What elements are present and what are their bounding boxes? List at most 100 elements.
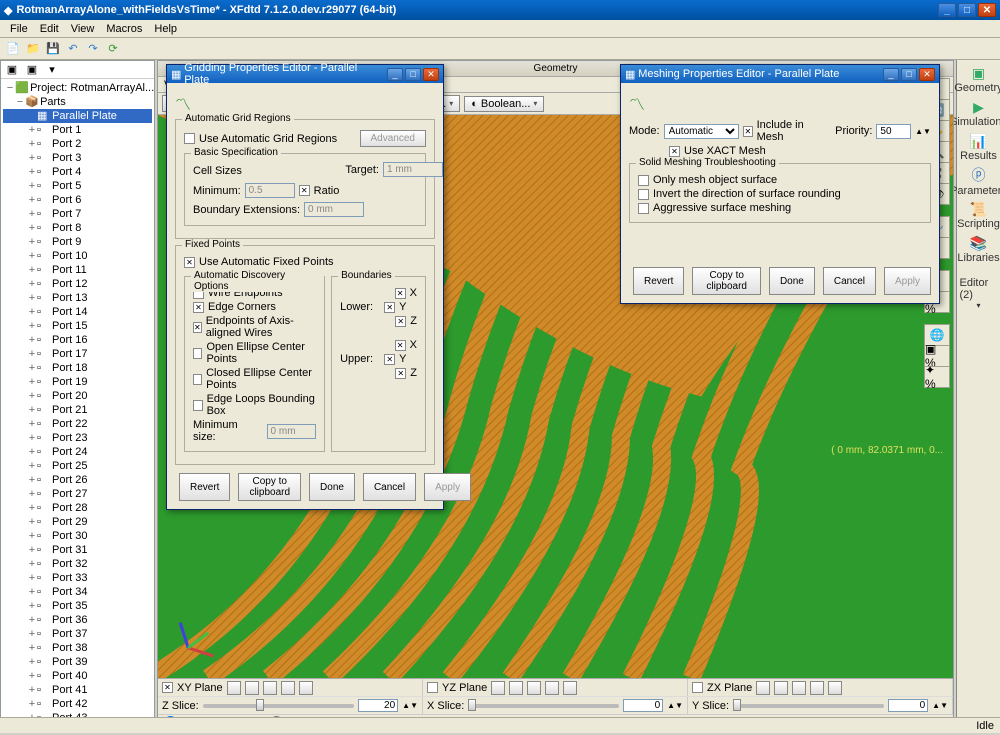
dlg2-apply-btn[interactable]: Apply [884,267,931,295]
tree-port[interactable]: +▫ Port 38 [3,641,152,655]
tree-port[interactable]: +▫ Port 13 [3,291,152,305]
tree-project-root[interactable]: −🟩 Project: RotmanArrayAl... [3,81,152,95]
tree-parts[interactable]: −📦 Parts [3,95,152,109]
dlg2-max[interactable]: □ [901,68,917,81]
tree-port[interactable]: +▫ Port 26 [3,473,152,487]
menu-help[interactable]: Help [148,23,183,35]
dlg1-revert-btn[interactable]: Revert [179,473,230,501]
only-surface-chk[interactable] [638,175,649,186]
dlg1-copy-btn[interactable]: Copy to clipboard [238,473,301,501]
yz-mini-3[interactable] [527,681,541,695]
xy-mini-4[interactable] [281,681,295,695]
tree-port[interactable]: +▫ Port 19 [3,375,152,389]
xy-mini-1[interactable] [227,681,241,695]
bnd-lower-y[interactable] [384,302,395,313]
tree-port[interactable]: +▫ Port 12 [3,277,152,291]
tree-port[interactable]: +▫ Port 35 [3,599,152,613]
bnd-upper-z[interactable] [395,368,406,379]
priority-input[interactable]: 50 [876,124,911,139]
maximize-button[interactable]: □ [958,3,976,17]
tree-port[interactable]: +▫ Port 25 [3,459,152,473]
tree-port[interactable]: +▫ Port 22 [3,417,152,431]
bnd-lower-z[interactable] [395,316,406,327]
yz-mini-4[interactable] [545,681,559,695]
zx-mini-4[interactable] [810,681,824,695]
tree-port[interactable]: +▫ Port 27 [3,487,152,501]
y-slider[interactable] [733,704,884,708]
project-tree[interactable]: −🟩 Project: RotmanArrayAl... −📦 Parts ▦ … [1,79,154,718]
invert-round-chk[interactable] [638,189,649,200]
tree-port[interactable]: +▫ Port 20 [3,389,152,403]
use-auto-fixed-chk[interactable] [184,257,195,268]
tree-port[interactable]: +▫ Port 29 [3,515,152,529]
tree-port[interactable]: +▫ Port 14 [3,305,152,319]
tree-port[interactable]: +▫ Port 28 [3,501,152,515]
tree-port[interactable]: +▫ Port 18 [3,361,152,375]
dlg1-done-btn[interactable]: Done [309,473,355,501]
xy-mini-2[interactable] [245,681,259,695]
minimize-button[interactable]: _ [938,3,956,17]
nav-editor[interactable]: Editor (2)▾ [959,276,999,310]
axis-wires-chk[interactable] [193,322,202,333]
tree-port[interactable]: +▫ Port 31 [3,543,152,557]
edge-corners-chk[interactable] [193,302,204,313]
vt-axes[interactable]: ✦ % [924,366,950,388]
tree-port[interactable]: +▫ Port 39 [3,655,152,669]
tree-port[interactable]: +▫ Port 24 [3,445,152,459]
tree-port[interactable]: +▫ Port 37 [3,627,152,641]
yz-mini-1[interactable] [491,681,505,695]
xy-plane-chk[interactable] [162,682,173,693]
dlg2-min[interactable]: _ [883,68,899,81]
yz-plane-chk[interactable] [427,682,438,693]
nav-scripting[interactable]: 📜Scripting [959,198,999,232]
tool-remesh[interactable]: ⟳ [104,40,122,58]
tree-port[interactable]: +▫ Port 6 [3,193,152,207]
z-slider[interactable] [203,704,354,708]
include-mesh-chk[interactable] [743,126,753,137]
tree-port[interactable]: +▫ Port 34 [3,585,152,599]
zx-mini-1[interactable] [756,681,770,695]
nav-results[interactable]: 📊Results [959,130,999,164]
target-input[interactable]: 1 mm [383,162,443,177]
tree-port[interactable]: +▫ Port 10 [3,249,152,263]
tree-port[interactable]: +▫ Port 32 [3,557,152,571]
tree-port[interactable]: +▫ Port 41 [3,683,152,697]
ratio-chk[interactable] [299,185,310,196]
x-value[interactable]: 0 [623,699,663,712]
bnd-x-bot[interactable] [395,340,406,351]
tree-port[interactable]: +▫ Port 33 [3,571,152,585]
tree-port[interactable]: +▫ Port 3 [3,151,152,165]
dlg2-copy-btn[interactable]: Copy to clipboard [692,267,760,295]
zx-plane-chk[interactable] [692,682,703,693]
tree-tool-3[interactable]: ▾ [43,61,61,79]
tool-3[interactable]: 💾 [44,40,62,58]
use-xact-chk[interactable] [669,146,680,157]
tree-port[interactable]: +▫ Port 11 [3,263,152,277]
menu-file[interactable]: File [4,23,34,35]
yz-mini-2[interactable] [509,681,523,695]
tree-port[interactable]: +▫ Port 15 [3,319,152,333]
tree-parallel-plate[interactable]: ▦ Parallel Plate [3,109,152,123]
zx-mini-5[interactable] [828,681,842,695]
tree-port[interactable]: +▫ Port 1 [3,123,152,137]
dlg1-apply-btn[interactable]: Apply [424,473,471,501]
use-auto-grid-chk[interactable] [184,133,195,144]
bnd-x-top[interactable] [395,288,406,299]
mode-select[interactable]: Automatic [664,124,740,139]
tree-port[interactable]: +▫ Port 5 [3,179,152,193]
zx-mini-3[interactable] [792,681,806,695]
menu-view[interactable]: View [65,23,101,35]
tree-port[interactable]: +▫ Port 8 [3,221,152,235]
tree-tool-2[interactable]: ▣ [23,61,41,79]
dlg2-done-btn[interactable]: Done [769,267,815,295]
min-size-input[interactable]: 0 mm [267,424,317,439]
tree-port[interactable]: +▫ Port 17 [3,347,152,361]
boolean-btn[interactable]: ◐Boolean... [464,96,544,112]
tool-1[interactable]: 📄 [4,40,22,58]
edge-loops-chk[interactable] [193,400,203,411]
menu-edit[interactable]: Edit [34,23,65,35]
tree-tool-1[interactable]: ▣ [3,61,21,79]
bnd-upper-y[interactable] [384,354,395,365]
dlg2-close[interactable]: ✕ [919,68,935,81]
nav-geometry[interactable]: ▣Geometry [959,62,999,96]
